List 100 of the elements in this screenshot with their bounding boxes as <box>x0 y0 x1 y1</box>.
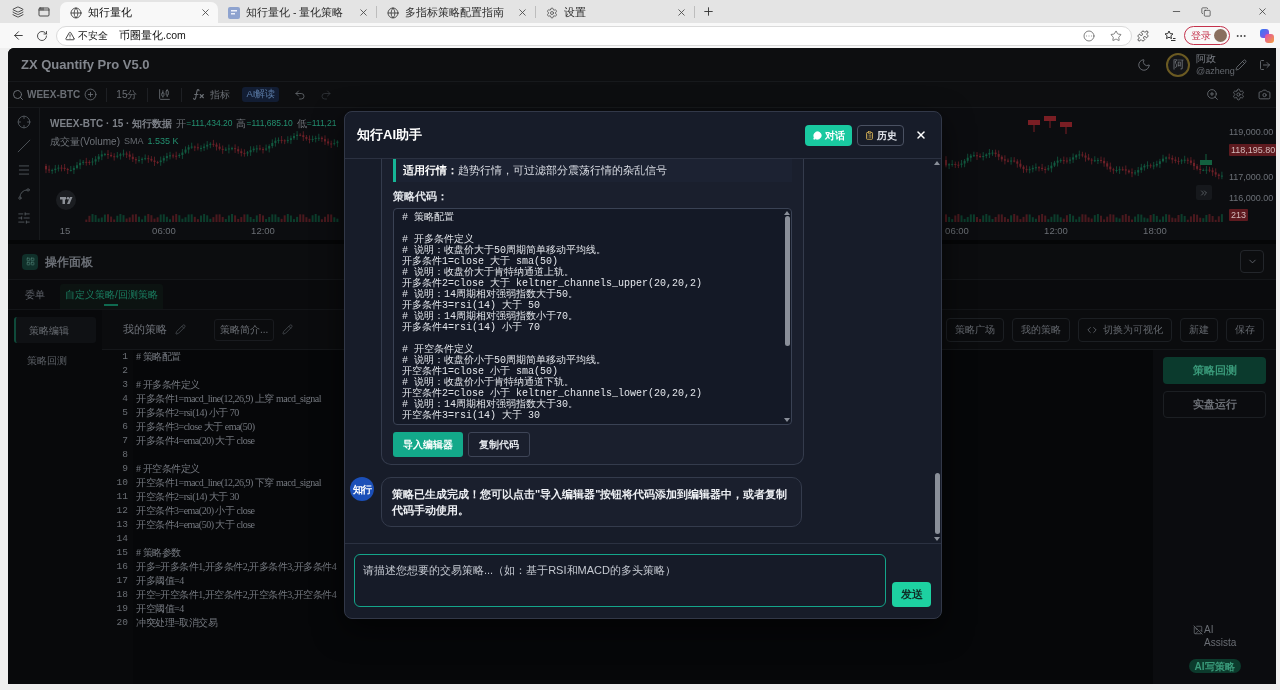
pencil-icon[interactable] <box>1235 58 1247 71</box>
panel-tab[interactable]: 委单 <box>20 284 50 309</box>
action-button[interactable]: 保存 <box>1226 317 1264 342</box>
undo-icon[interactable] <box>294 88 307 101</box>
dialog-tab[interactable]: 历史 <box>857 124 904 146</box>
code-line: # 说明：收盘价小于50周期简单移动平均线。 <box>402 355 606 366</box>
plus-circle-icon[interactable] <box>84 88 98 101</box>
browser-tab[interactable]: 知行量化 <box>60 2 218 23</box>
line-icon[interactable] <box>16 139 31 153</box>
function-icon <box>192 88 206 101</box>
back-icon[interactable] <box>12 29 25 42</box>
line-number: 16 <box>116 560 128 574</box>
line-number: 6 <box>122 420 128 434</box>
message-bubble: 策略已生成完成！您可以点击"导入编辑器"按钮将代码添加到编辑器中，或者复制代码手动使用。 <box>381 477 802 527</box>
signal-marker <box>1044 116 1056 129</box>
window-icon[interactable] <box>38 5 50 18</box>
code-line: 开多阈值=4 <box>136 574 184 588</box>
code-line: # 开空条件定义 <box>136 462 200 476</box>
chat-bubble-icon <box>812 130 822 140</box>
action-button[interactable]: 新建 <box>1180 317 1218 342</box>
browser-tab[interactable]: 多指标策略配置指南 <box>377 2 535 23</box>
code-line: # 说明：收盘价大于肯特纳通道上轨。 <box>402 267 574 278</box>
indicators-button[interactable]: 指标 <box>192 87 231 102</box>
settings-icon[interactable] <box>1232 88 1245 101</box>
run-button[interactable]: 实盘运行 <box>1163 391 1266 418</box>
star-list-icon[interactable] <box>1164 29 1176 42</box>
action-button[interactable]: 策略广场 <box>946 317 1004 342</box>
panel-tab[interactable]: 自定义策略/回测策略 <box>60 284 163 309</box>
double-chevron-icon <box>1199 187 1209 198</box>
description-field[interactable]: 策略简介... <box>214 318 275 341</box>
action-button[interactable]: 切换为可视化 <box>1078 317 1172 342</box>
scrollbar-thumb[interactable] <box>934 473 940 534</box>
time-label: 12:00 <box>251 223 275 238</box>
crosshair-icon[interactable] <box>16 115 31 129</box>
volume-label: 成交量(Volume) <box>50 135 120 149</box>
caret-up-icon[interactable] <box>934 161 940 165</box>
signal-marker <box>1060 122 1072 135</box>
line-number: 12 <box>116 504 128 518</box>
broken-image-icon <box>1193 625 1203 635</box>
address-bar[interactable]: 不安全 币圈量化.com <box>56 25 1132 46</box>
logout-icon[interactable] <box>1259 58 1271 71</box>
search-icon <box>12 88 24 101</box>
ohlc-value: =111,434.20 <box>186 117 233 130</box>
restore-icon[interactable] <box>1201 6 1211 17</box>
caret-down-icon[interactable] <box>934 537 940 541</box>
star-icon[interactable] <box>1110 29 1122 42</box>
code-line: 开多条件4=rsi(14) 小于 70 <box>402 322 540 333</box>
code-line: 开空条件2=rsi(14) 大于 30 <box>136 490 239 504</box>
code-line: 开多=开多条件1,开多条件2,开多条件3,开多条件4 <box>136 560 337 574</box>
panel-title: 操作面板 <box>45 253 93 271</box>
send-button[interactable]: 发送 <box>892 582 931 607</box>
browser-tab[interactable]: 知行量化 - 量化策略 <box>218 2 376 23</box>
url-text: 币圈量化.com <box>119 27 186 43</box>
ai-interpret-button[interactable]: AI解读 <box>242 87 280 102</box>
layers-icon[interactable] <box>12 5 24 18</box>
line-number: 2 <box>122 364 128 378</box>
moon-icon[interactable] <box>1137 57 1151 72</box>
zoom-icon[interactable] <box>1206 88 1219 101</box>
more-icon[interactable] <box>1083 29 1095 42</box>
code-label: 策略代码： <box>393 190 448 203</box>
run-button[interactable]: 策略回测 <box>1163 357 1266 384</box>
candlestick-icon[interactable] <box>158 88 172 101</box>
strategy-name: 我的策略 <box>123 322 167 338</box>
side-menu-item[interactable]: 策略编辑 <box>14 317 96 343</box>
symbol-search-button[interactable]: WEEX-BTC <box>12 87 81 102</box>
code-line: 开空=开空条件1,开空条件2,开空条件3,开空条件4 <box>136 588 337 602</box>
caret-down-icon[interactable] <box>784 418 790 422</box>
puzzle-icon[interactable] <box>1137 29 1149 42</box>
code-line: # 说明：收盘价小于肯特纳通道下轨。 <box>402 377 574 388</box>
line-number: 7 <box>122 434 128 448</box>
code-line: 开多条件4=ema(20) 大于 close <box>136 434 255 448</box>
ai-strategy-badge[interactable]: AI写策略 <box>1188 659 1241 673</box>
ohlc-label: 开 <box>176 117 187 131</box>
reload-icon[interactable] <box>36 29 48 42</box>
interval-button[interactable]: 15分 <box>116 87 138 102</box>
chat-input[interactable]: 请描述您想要的交易策略...（如：基于RSI和MACD的多头策略） <box>354 554 886 607</box>
chart-title: WEEX-BTC · 15 · 知行数据 <box>50 117 173 131</box>
volume-value: 1.535 K <box>147 134 179 148</box>
code-line: 开多条件3=rsi(14) 大于 50 <box>402 300 540 311</box>
dialog-tab[interactable]: 对话 <box>805 124 852 146</box>
code-line: # 说明：收盘价大于50周期简单移动平均线。 <box>402 245 606 256</box>
close-icon[interactable] <box>915 129 927 141</box>
code-line: 开空条件2=close 小于 keltner_channels_lower(20,20,2) <box>402 388 703 399</box>
ohlc-value: =111,685.10 <box>246 117 293 130</box>
code-line: # 策略参数 <box>136 546 181 560</box>
image-alt-text: AI Assista <box>1204 623 1238 649</box>
message-action-button[interactable]: 导入编辑器 <box>393 432 463 457</box>
new-tab-icon[interactable] <box>702 5 715 18</box>
camera-icon[interactable] <box>1258 88 1271 101</box>
side-menu-item[interactable]: 策略回测 <box>14 347 96 373</box>
sliders-icon[interactable] <box>16 211 31 225</box>
action-button[interactable]: 我的策略 <box>1012 317 1070 342</box>
message-action-button[interactable]: 复制代码 <box>468 432 530 457</box>
time-label: 15 <box>59 223 71 238</box>
signal-marker <box>1200 153 1212 165</box>
line-number: 8 <box>122 448 128 462</box>
time-label: 18:00 <box>1143 223 1167 238</box>
browser-tab[interactable]: 设置 <box>536 2 694 23</box>
note-text: 适用行情：趋势行情，可过滤部分震荡行情的杂乱信号 <box>393 159 792 182</box>
logo-icon[interactable] <box>1260 28 1274 43</box>
